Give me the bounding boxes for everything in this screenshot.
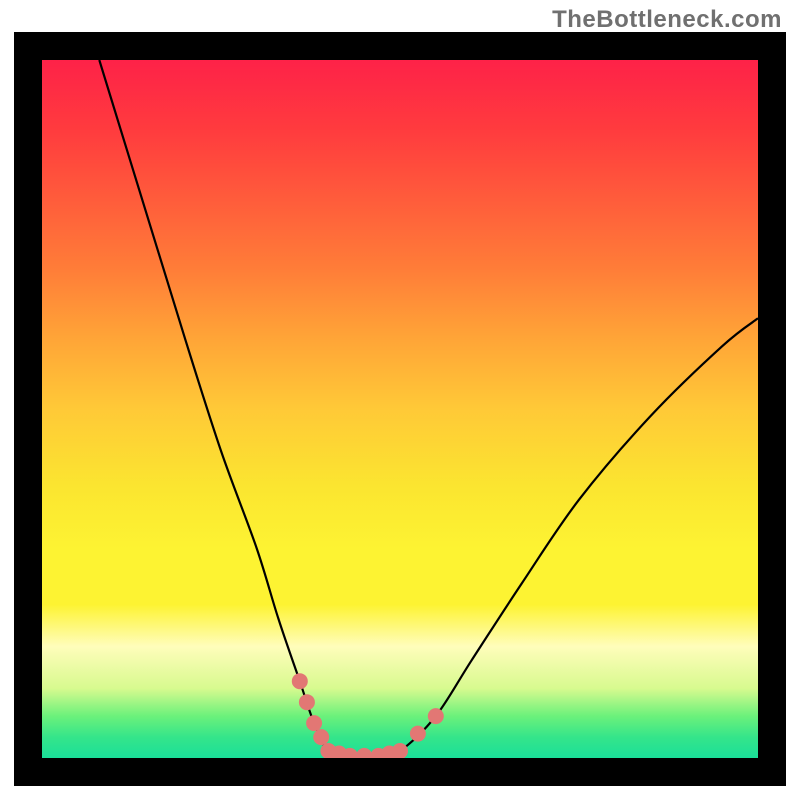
valley-marker-dot (356, 748, 372, 758)
bottleneck-curve-path (99, 60, 758, 757)
valley-marker-dot (410, 726, 426, 742)
valley-marker-dot (428, 708, 444, 724)
valley-markers (292, 673, 444, 758)
watermark-text: TheBottleneck.com (552, 6, 782, 34)
valley-marker-dot (299, 694, 315, 710)
valley-marker-dot (306, 715, 322, 731)
chart-root: TheBottleneck.com (0, 0, 800, 800)
curve-layer (42, 60, 758, 758)
plot-area (42, 60, 758, 758)
valley-marker-dot (392, 743, 408, 758)
chart-frame (14, 32, 786, 786)
valley-marker-dot (313, 729, 329, 745)
valley-marker-dot (292, 673, 308, 689)
